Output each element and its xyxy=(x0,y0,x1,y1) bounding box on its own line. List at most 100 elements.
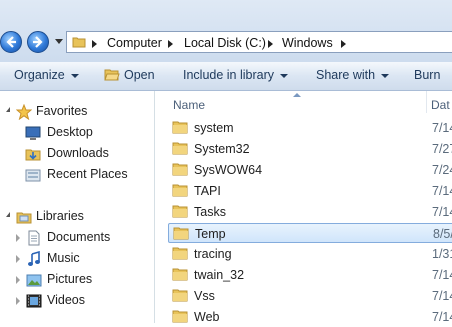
forward-button[interactable] xyxy=(27,31,49,53)
expand-arrow-icon[interactable] xyxy=(16,276,20,284)
include-label: Include in library xyxy=(183,68,275,82)
chevron-down-icon xyxy=(381,73,390,78)
file-date: 7/14 xyxy=(432,121,452,135)
file-date: 7/27 xyxy=(432,142,452,156)
music-label: Music xyxy=(47,251,80,265)
command-bar: Organize Open Include in library Share w… xyxy=(0,62,452,91)
collapse-arrow-icon[interactable] xyxy=(6,212,10,217)
file-list: Name Dat system 7/14 System32 7/27 SysWO… xyxy=(156,91,452,324)
recent-places-icon xyxy=(25,169,41,182)
breadcrumb-separator-icon[interactable] xyxy=(92,40,97,48)
nav-favorites[interactable]: Favorites xyxy=(6,102,146,122)
file-row-tapi[interactable]: TAPI 7/14 xyxy=(168,181,452,201)
column-divider[interactable] xyxy=(426,91,427,113)
downloads-label: Downloads xyxy=(47,146,109,160)
open-label: Open xyxy=(124,68,155,82)
expand-arrow-icon[interactable] xyxy=(16,255,20,263)
folder-icon xyxy=(172,268,188,281)
nav-item-desktop[interactable]: Desktop xyxy=(25,123,150,143)
breadcrumb-separator-icon[interactable] xyxy=(268,40,273,48)
breadcrumb-windows[interactable]: Windows xyxy=(282,36,333,50)
file-row-vss[interactable]: Vss 7/14 xyxy=(168,286,452,306)
file-name: TAPI xyxy=(194,184,221,198)
pictures-icon xyxy=(26,274,42,287)
file-date: 7/14 xyxy=(432,289,452,303)
file-name: SysWOW64 xyxy=(194,163,263,177)
burn-label: Burn xyxy=(414,68,441,82)
music-icon xyxy=(28,251,40,266)
nav-libraries[interactable]: Libraries xyxy=(6,207,146,227)
recent-pages-dropdown[interactable] xyxy=(55,39,63,44)
share-with-button[interactable]: Share with xyxy=(316,68,390,82)
file-date: 7/14 xyxy=(432,268,452,282)
documents-icon xyxy=(28,230,40,246)
videos-icon xyxy=(26,294,42,308)
file-name: Web xyxy=(194,310,220,324)
folder-icon xyxy=(172,121,188,134)
nav-item-music[interactable]: Music xyxy=(16,249,150,269)
file-name: tracing xyxy=(194,247,232,261)
expand-arrow-icon[interactable] xyxy=(16,297,20,305)
pictures-label: Pictures xyxy=(47,272,93,286)
nav-item-downloads[interactable]: Downloads xyxy=(25,144,150,164)
file-row-twain32[interactable]: twain_32 7/14 xyxy=(168,265,452,285)
file-name: Temp xyxy=(195,227,226,241)
organize-button[interactable]: Organize xyxy=(14,68,79,82)
folder-icon xyxy=(72,37,86,48)
column-header-name[interactable]: Name xyxy=(173,98,205,112)
file-row-system[interactable]: system 7/14 xyxy=(168,118,452,138)
file-row-web[interactable]: Web 7/14 xyxy=(168,307,452,327)
file-row-tracing[interactable]: tracing 1/31 xyxy=(168,244,452,264)
sort-ascending-icon xyxy=(293,93,301,97)
libraries-icon xyxy=(16,212,32,224)
navigation-pane: Favorites Desktop Downloads Recent Place… xyxy=(0,91,155,323)
star-icon xyxy=(16,104,32,120)
file-name: system xyxy=(194,121,234,135)
address-bar-area: Computer Local Disk (C:) Windows xyxy=(0,0,452,62)
folder-icon xyxy=(172,289,188,302)
collapse-arrow-icon[interactable] xyxy=(6,107,10,112)
file-row-temp-selected[interactable]: Temp 8/5/ xyxy=(168,223,452,243)
breadcrumb[interactable]: Computer Local Disk (C:) Windows xyxy=(66,31,452,53)
recent-places-label: Recent Places xyxy=(47,167,128,181)
file-date: 7/14 xyxy=(432,310,452,324)
chevron-down-icon xyxy=(280,73,289,78)
file-row-syswow64[interactable]: SysWOW64 7/24 xyxy=(168,160,452,180)
videos-label: Videos xyxy=(47,293,85,307)
nav-item-videos[interactable]: Videos xyxy=(16,291,150,311)
expand-arrow-icon[interactable] xyxy=(16,234,20,242)
file-row-tasks[interactable]: Tasks 7/14 xyxy=(168,202,452,222)
folder-icon xyxy=(172,310,188,323)
nav-item-recent-places[interactable]: Recent Places xyxy=(25,165,150,185)
chevron-down-icon xyxy=(70,73,79,78)
burn-button[interactable]: Burn xyxy=(414,68,440,82)
breadcrumb-local-disk[interactable]: Local Disk (C:) xyxy=(184,36,266,50)
folder-icon xyxy=(173,227,189,240)
file-name: Tasks xyxy=(194,205,226,219)
include-in-library-button[interactable]: Include in library xyxy=(183,68,289,82)
open-button[interactable]: Open xyxy=(104,68,155,82)
file-date: 7/14 xyxy=(432,184,452,198)
nav-item-documents[interactable]: Documents xyxy=(16,228,150,248)
favorites-label: Favorites xyxy=(36,104,88,118)
folder-icon xyxy=(172,184,188,197)
organize-label: Organize xyxy=(14,68,65,82)
column-header-date[interactable]: Dat xyxy=(431,98,450,112)
desktop-icon xyxy=(25,126,41,140)
folder-icon xyxy=(172,163,188,176)
open-folder-icon xyxy=(104,69,120,81)
back-button[interactable] xyxy=(0,31,22,53)
share-label: Share with xyxy=(316,68,376,82)
folder-icon xyxy=(172,247,188,260)
breadcrumb-computer[interactable]: Computer xyxy=(107,36,162,50)
folder-icon xyxy=(172,205,188,218)
nav-item-pictures[interactable]: Pictures xyxy=(16,270,150,290)
file-date: 8/5/ xyxy=(433,227,452,241)
file-name: System32 xyxy=(194,142,250,156)
file-date: 1/31 xyxy=(432,247,452,261)
file-row-system32[interactable]: System32 7/27 xyxy=(168,139,452,159)
folder-icon xyxy=(172,142,188,155)
breadcrumb-separator-icon[interactable] xyxy=(168,40,173,48)
breadcrumb-separator-icon[interactable] xyxy=(341,40,346,48)
documents-label: Documents xyxy=(47,230,111,244)
